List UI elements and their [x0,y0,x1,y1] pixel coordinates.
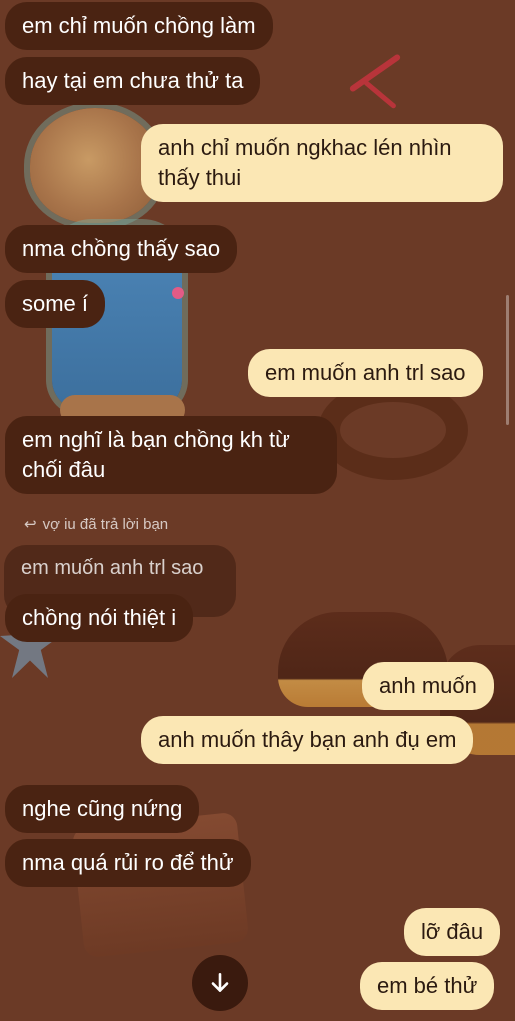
message-outgoing[interactable]: em bé thử [360,962,495,1010]
message-incoming[interactable]: hay tại em chưa thử ta [5,57,261,105]
message-incoming[interactable]: nghe cũng nứng [5,785,200,833]
reply-arrow-icon: ↩ [24,516,37,533]
arrow-down-icon [211,973,229,992]
message-incoming[interactable]: nma chồng thấy sao [5,225,238,273]
cherry-decoration [363,79,397,110]
message-outgoing[interactable]: anh muốn [362,662,494,710]
message-incoming[interactable]: chồng nói thiệt i [5,594,194,642]
lollipop-decoration [172,287,184,299]
message-incoming[interactable]: em nghĩ là bạn chồng kh từ chối đâu [5,416,337,494]
message-incoming[interactable]: nma quá rủi ro để thử [5,839,251,887]
reply-indicator: ↩ vợ iu đã trả lời bạn [24,515,168,533]
message-incoming[interactable]: em chỉ muốn chồng làm [5,2,273,50]
scroll-to-bottom-button[interactable] [192,955,248,1011]
scrollbar[interactable] [506,295,509,425]
message-outgoing[interactable]: anh muốn thây bạn anh đụ em [141,716,474,764]
message-incoming[interactable]: some í [5,280,106,328]
message-outgoing[interactable]: lỡ đâu [404,908,501,956]
reply-indicator-text: vợ iu đã trả lời bạn [42,516,169,533]
cherry-decoration [348,53,402,93]
chat-thread[interactable]: em chỉ muốn chồng làm hay tại em chưa th… [0,0,515,1021]
message-outgoing[interactable]: em muốn anh trl sao [248,349,483,397]
message-outgoing[interactable]: anh chỉ muốn ngkhac lén nhìn thấy thui [141,124,503,202]
